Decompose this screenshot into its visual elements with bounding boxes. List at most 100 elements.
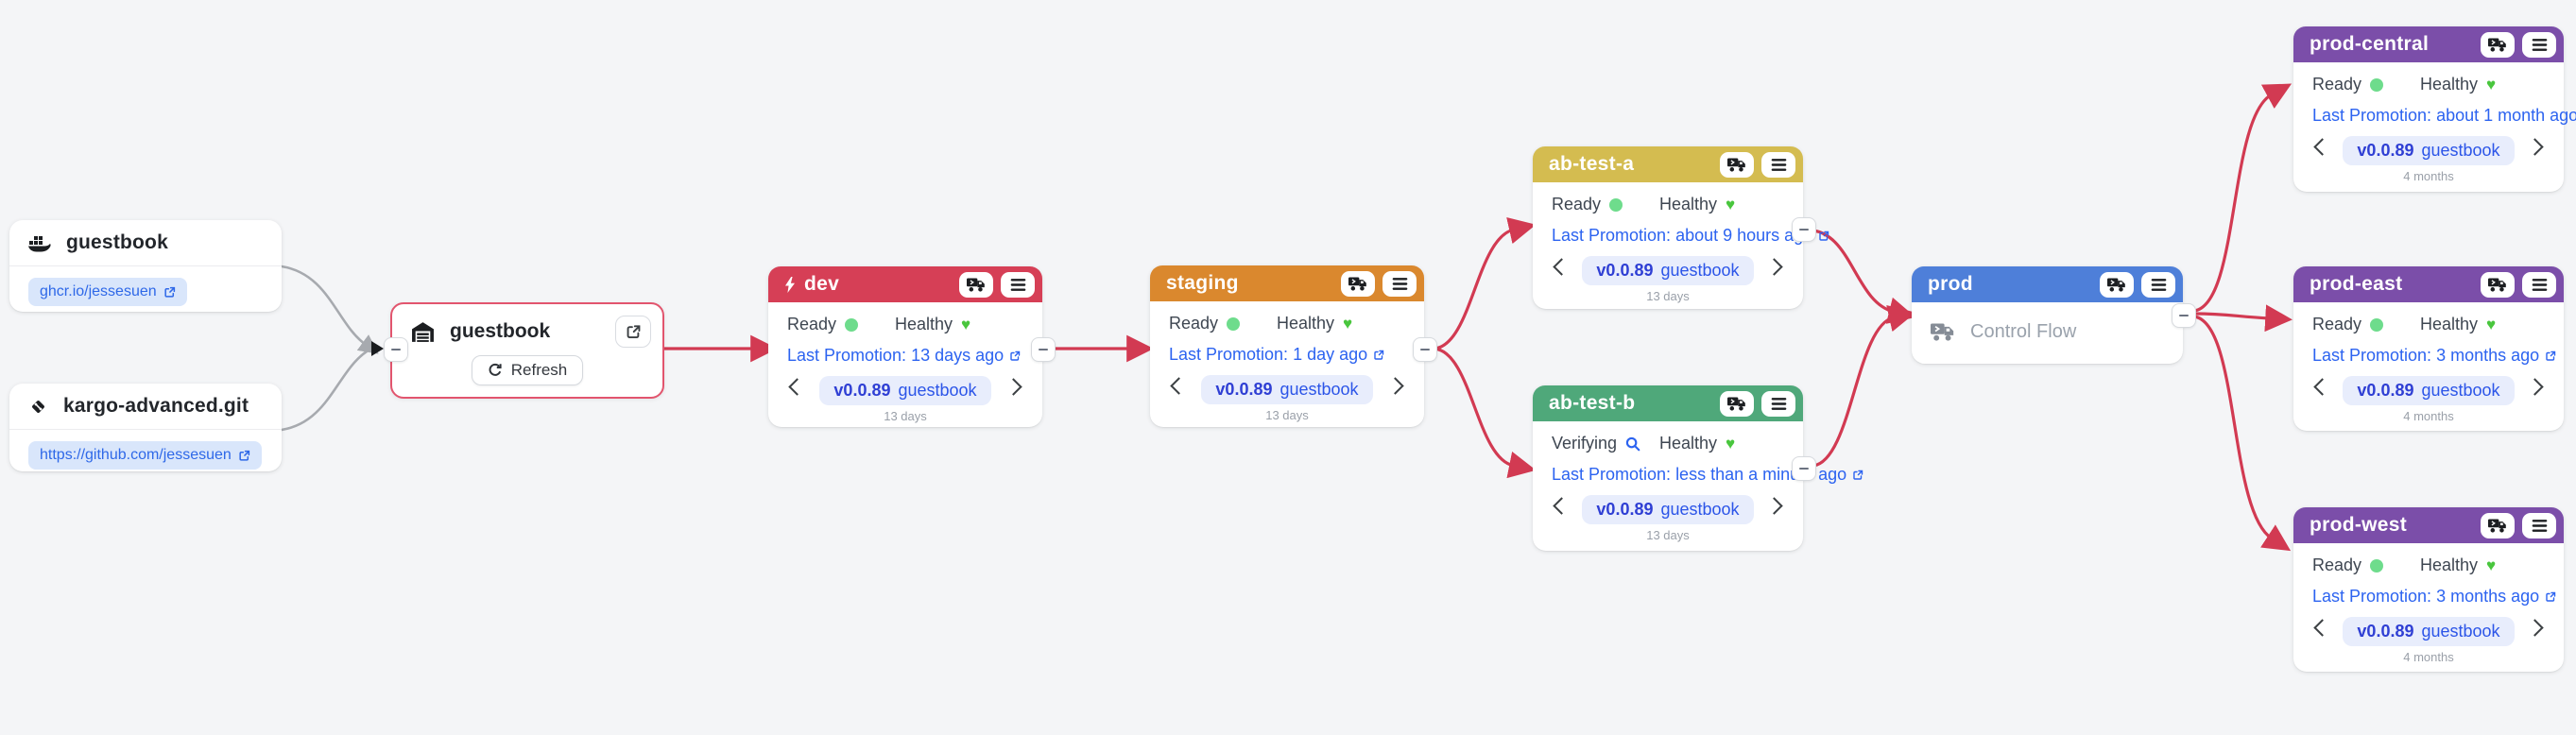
promote-truck-button[interactable]: [1720, 152, 1754, 178]
warehouse-open-button[interactable]: [615, 316, 651, 348]
warehouse-title: guestbook: [450, 320, 600, 343]
stage-card-prod-east[interactable]: prod-east Ready Healthy♥: [2293, 266, 2564, 431]
freight-next-button[interactable]: [1764, 496, 1784, 516]
freight-prev-button[interactable]: [1552, 257, 1571, 277]
promote-truck-button[interactable]: [959, 272, 993, 298]
freight-prev-button[interactable]: [1169, 376, 1189, 396]
stage-header-ab-test-b[interactable]: ab-test-b: [1533, 385, 1803, 421]
stage-card-staging[interactable]: staging Ready Healthy♥: [1150, 265, 1424, 427]
stage-title: ab-test-b: [1549, 392, 1635, 415]
promote-truck-button[interactable]: [1341, 271, 1375, 297]
hamburger-menu-icon: [2531, 277, 2549, 293]
chevron-right-icon: [1765, 497, 1782, 514]
freight-prev-button[interactable]: [2312, 377, 2332, 397]
chevron-left-icon: [1170, 377, 1187, 394]
external-link-icon: [1009, 350, 1021, 362]
stage-title: prod: [1928, 273, 1973, 296]
freight-chip[interactable]: v0.0.89guestbook: [2343, 136, 2514, 165]
freight-age: 13 days: [1533, 289, 1803, 303]
healthy-heart-icon: ♥: [2486, 77, 2496, 93]
freight-age: 4 months: [2293, 650, 2564, 664]
promote-truck-button[interactable]: [2100, 272, 2134, 298]
lightning-icon: [784, 277, 796, 293]
freight-next-button[interactable]: [2525, 377, 2545, 397]
promote-truck-button[interactable]: [2481, 513, 2515, 538]
repo-link[interactable]: ghcr.io/jessesuen: [28, 278, 187, 306]
repo-card-kargo-advanced-git[interactable]: kargo-advanced.git https://github.com/je…: [9, 384, 282, 471]
hamburger-menu-icon: [2531, 518, 2549, 534]
freight-chip[interactable]: v0.0.89guestbook: [2343, 617, 2514, 646]
chevron-right-icon: [2526, 138, 2543, 155]
hamburger-menu-icon: [1391, 276, 1409, 292]
healthy-heart-icon: ♥: [2486, 557, 2496, 573]
collapse-staging-button[interactable]: [1413, 337, 1437, 362]
truck-icon: [2488, 277, 2508, 293]
external-link-icon: [2545, 591, 2556, 603]
git-repo-icon: [28, 397, 48, 417]
ready-dot-icon: [1227, 317, 1240, 331]
last-promotion-link[interactable]: Last Promotion: 3 months ago: [2312, 346, 2545, 366]
stage-header-prod-east[interactable]: prod-east: [2293, 266, 2564, 302]
collapse-prod-button[interactable]: [2172, 303, 2196, 328]
stage-menu-button[interactable]: [2522, 513, 2556, 538]
collapse-dev-button[interactable]: [1031, 337, 1056, 362]
last-promotion-link[interactable]: Last Promotion: 3 months ago: [2312, 587, 2545, 607]
stage-card-ab-test-a[interactable]: ab-test-a Ready Healthy♥: [1533, 146, 1803, 309]
repo-card-header: kargo-advanced.git: [9, 384, 282, 430]
stage-phase: Ready: [2312, 556, 2420, 575]
stage-menu-button[interactable]: [2522, 32, 2556, 58]
freight-prev-button[interactable]: [2312, 618, 2332, 638]
chevron-left-icon: [2313, 378, 2330, 395]
freight-chip[interactable]: v0.0.89guestbook: [1582, 495, 1753, 524]
stage-header-prod-west[interactable]: prod-west: [2293, 507, 2564, 543]
freight-next-button[interactable]: [1764, 257, 1784, 277]
freight-chip[interactable]: v0.0.89guestbook: [2343, 376, 2514, 405]
stage-card-prod[interactable]: prod Control Flow: [1912, 266, 2183, 364]
refresh-button[interactable]: Refresh: [472, 355, 584, 385]
freight-chip[interactable]: v0.0.89guestbook: [1201, 375, 1372, 404]
last-promotion-link[interactable]: Last Promotion: 1 day ago: [1169, 345, 1405, 365]
freight-chip[interactable]: v0.0.89guestbook: [819, 376, 990, 405]
stage-header-dev[interactable]: dev: [768, 266, 1042, 302]
stage-header-ab-test-a[interactable]: ab-test-a: [1533, 146, 1803, 182]
last-promotion-link[interactable]: Last Promotion: less than a minute ago: [1552, 465, 1784, 485]
promote-truck-button[interactable]: [2481, 32, 2515, 58]
freight-next-button[interactable]: [1004, 377, 1023, 397]
stage-card-prod-west[interactable]: prod-west Ready Healthy♥: [2293, 507, 2564, 672]
promote-truck-button[interactable]: [1720, 391, 1754, 417]
chevron-left-icon: [1553, 497, 1570, 514]
collapse-warehouse-button[interactable]: [384, 337, 408, 362]
freight-prev-button[interactable]: [1552, 496, 1571, 516]
warehouse-card-guestbook[interactable]: guestbook Refresh: [390, 302, 664, 399]
stage-menu-button[interactable]: [1001, 272, 1035, 298]
stage-menu-button[interactable]: [2141, 272, 2175, 298]
truck-icon: [2488, 518, 2508, 534]
freight-next-button[interactable]: [2525, 137, 2545, 157]
freight-prev-button[interactable]: [787, 377, 807, 397]
stage-header-prod[interactable]: prod: [1912, 266, 2183, 302]
stage-card-ab-test-b[interactable]: ab-test-b Verifying: [1533, 385, 1803, 551]
stage-menu-button[interactable]: [2522, 272, 2556, 298]
freight-next-button[interactable]: [2525, 618, 2545, 638]
warehouse-icon: [411, 321, 435, 343]
repo-link[interactable]: https://github.com/jessesuen: [28, 441, 262, 470]
external-link-icon: [2545, 350, 2556, 362]
truck-icon: [2107, 277, 2127, 293]
stage-card-prod-central[interactable]: prod-central Ready Healthy♥: [2293, 26, 2564, 192]
last-promotion-link[interactable]: Last Promotion: about 1 month ago: [2312, 106, 2545, 126]
freight-prev-button[interactable]: [2312, 137, 2332, 157]
last-promotion-link[interactable]: Last Promotion: 13 days ago: [787, 346, 1023, 366]
promote-truck-button[interactable]: [2481, 272, 2515, 298]
stage-menu-button[interactable]: [1382, 271, 1417, 297]
stage-menu-button[interactable]: [1761, 152, 1795, 178]
last-promotion-link[interactable]: Last Promotion: about 9 hours ago: [1552, 226, 1784, 246]
stage-menu-button[interactable]: [1761, 391, 1795, 417]
stage-header-prod-central[interactable]: prod-central: [2293, 26, 2564, 62]
freight-next-button[interactable]: [1385, 376, 1405, 396]
repo-card-guestbook-image[interactable]: guestbook ghcr.io/jessesuen: [9, 220, 282, 312]
collapse-ab-test-b-button[interactable]: [1792, 456, 1816, 481]
collapse-ab-test-a-button[interactable]: [1792, 217, 1816, 242]
stage-card-dev[interactable]: dev Ready Healthy♥: [768, 266, 1042, 427]
stage-header-staging[interactable]: staging: [1150, 265, 1424, 301]
freight-chip[interactable]: v0.0.89guestbook: [1582, 256, 1753, 285]
